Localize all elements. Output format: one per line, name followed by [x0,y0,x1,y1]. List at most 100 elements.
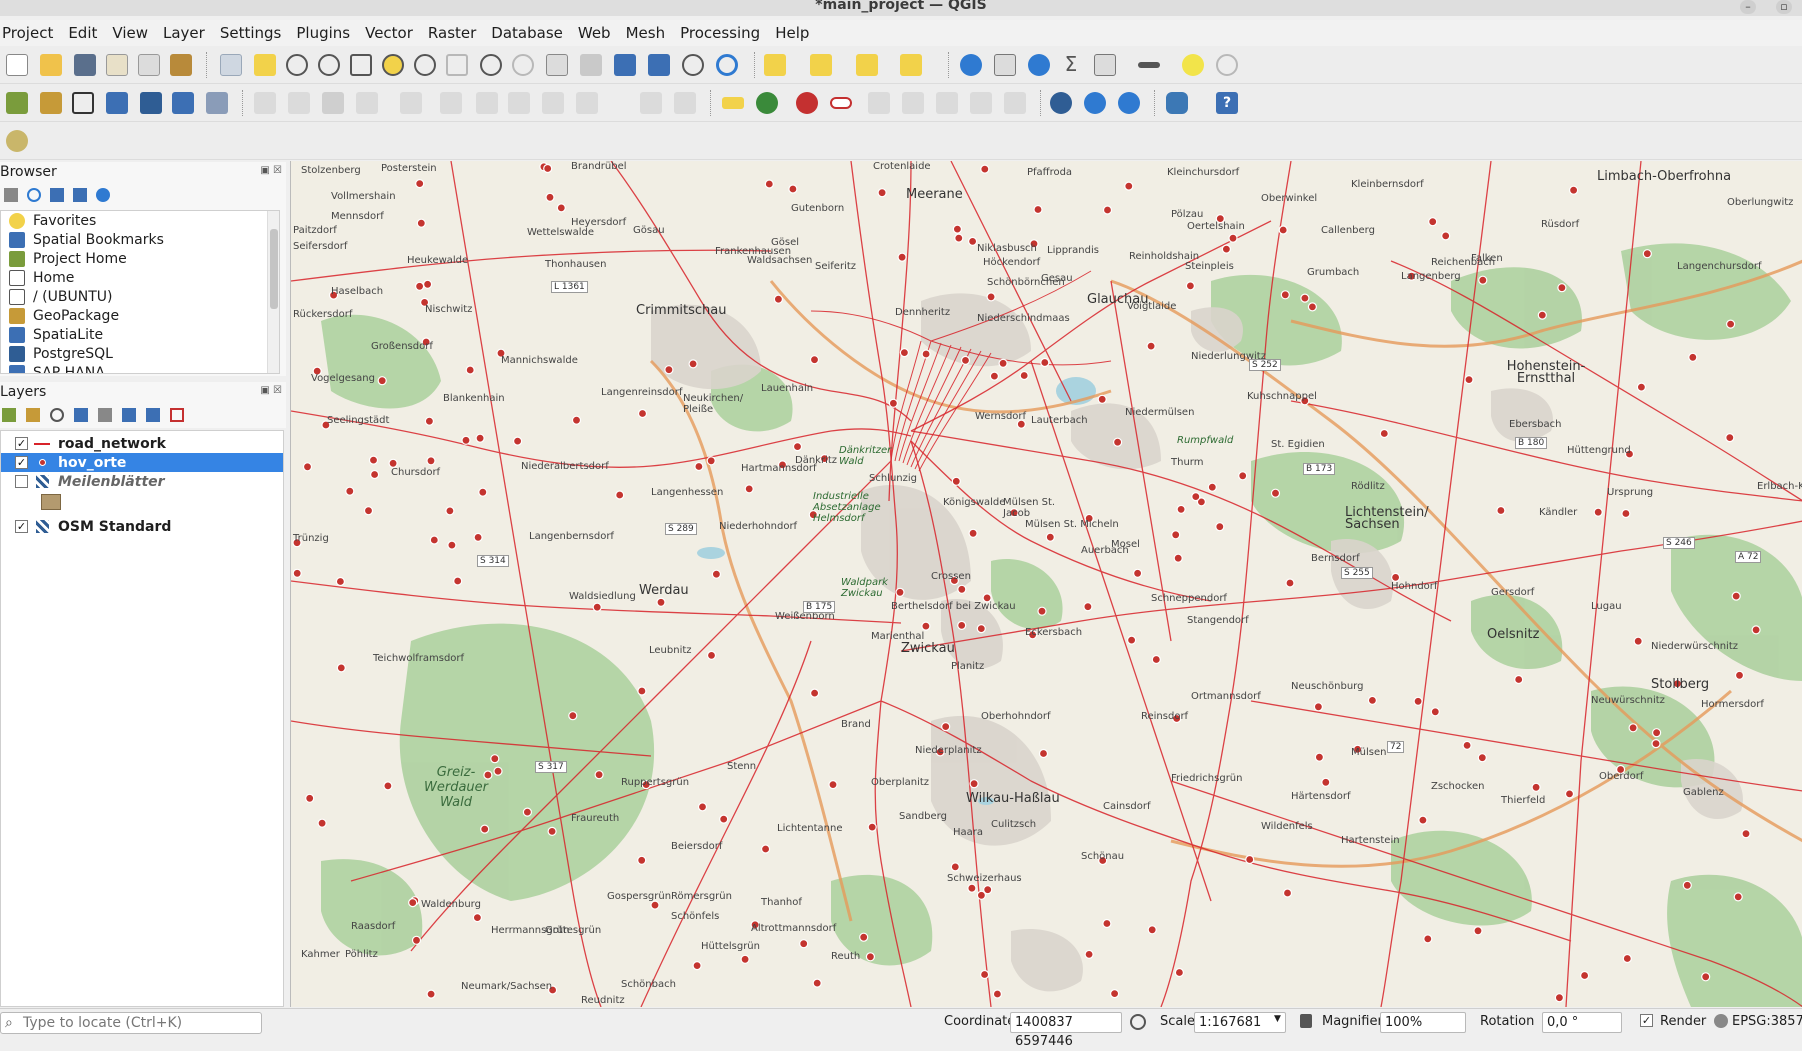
undo-icon[interactable] [640,92,662,114]
add-delimited-text-icon[interactable] [140,92,162,114]
menu-mesh[interactable]: Mesh [624,24,666,42]
layer-hov-orte[interactable]: ✓ hov_orte [1,453,283,472]
new-project-icon[interactable] [6,54,28,76]
zoom-out-icon[interactable] [318,54,340,76]
python-console-icon[interactable] [1166,92,1188,114]
expand-all-icon[interactable] [122,408,136,422]
remove-layer-icon[interactable] [170,408,184,422]
zoom-full-icon[interactable] [350,54,372,76]
menu-vector[interactable]: Vector [363,24,413,42]
rotate-label-icon[interactable] [936,92,958,114]
menu-help[interactable]: Help [773,24,809,42]
rotation-field[interactable]: 0,0 ° [1542,1012,1622,1033]
browser-item-geopackage[interactable]: GeoPackage [1,306,279,325]
filter-legend-icon[interactable] [74,408,88,422]
add-raster-layer-icon[interactable] [172,92,194,114]
manage-map-themes-icon[interactable] [50,408,64,422]
modify-attributes-icon[interactable] [440,92,462,114]
render-checkbox[interactable]: ✓ [1640,1014,1653,1027]
open-layer-styling-icon[interactable] [2,408,16,422]
zoom-native-icon[interactable] [446,54,468,76]
refresh-icon[interactable] [716,54,738,76]
locator-search-input[interactable]: ⌕ Type to locate (Ctrl+K) [0,1012,262,1034]
maximize-icon[interactable]: ▫ [1776,0,1792,14]
browser-tree[interactable]: Favorites Spatial Bookmarks Project Home… [0,210,280,374]
filter-by-expression-icon[interactable] [98,408,112,422]
paste-features-icon[interactable] [576,92,598,114]
zoom-to-selection-icon[interactable] [382,54,404,76]
wms-globe-icon[interactable] [1084,92,1106,114]
osm-download-icon[interactable] [1050,92,1072,114]
properties-icon[interactable] [96,188,110,202]
current-edits-icon[interactable] [288,92,310,114]
minimize-icon[interactable]: – [1740,0,1756,14]
measure-line-icon[interactable] [1138,62,1160,68]
add-group-icon[interactable] [26,408,40,422]
menu-edit[interactable]: Edit [66,24,97,42]
magnifier-field[interactable]: 100% [1380,1012,1466,1033]
menu-database[interactable]: Database [489,24,563,42]
move-label-icon[interactable] [902,92,924,114]
panel-float-close-icons[interactable]: ▣ ☒ [260,165,282,176]
refresh-browser-icon[interactable] [27,188,41,202]
browser-item-root[interactable]: / (UBUNTU) [1,287,279,306]
change-label-icon[interactable] [970,92,992,114]
delete-selected-icon[interactable] [476,92,498,114]
collapse-all-icon[interactable] [73,188,87,202]
menu-view[interactable]: View [110,24,148,42]
vertex-tool-icon[interactable] [400,92,422,114]
lock-icon[interactable] [1300,1014,1312,1028]
browser-item-home[interactable]: Home [1,268,279,287]
layer-checkbox[interactable]: ✓ [15,520,28,533]
map-canvas[interactable]: Crimmitschau Meerane Glauchau Zwickau We… [290,161,1802,1007]
add-spatialite-layer-icon[interactable] [106,92,128,114]
menu-layer[interactable]: Layer [161,24,205,42]
crs-label[interactable]: EPSG:3857 [1732,1014,1802,1029]
layers-tree[interactable]: ✓ road_network ✓ hov_orte Meilenblätter … [0,430,284,1007]
layer-meilenblaetter[interactable]: Meilenblätter [1,472,283,491]
browser-item-project-home[interactable]: Project Home [1,249,279,268]
select-features-icon[interactable] [764,54,786,76]
processing-toolbox-icon[interactable] [1028,54,1050,76]
menu-plugins[interactable]: Plugins [294,24,350,42]
new-3d-view-icon[interactable] [580,54,602,76]
quickmap-services-icon[interactable] [6,130,28,152]
map-tips-icon[interactable] [1182,54,1204,76]
toggle-editing-icon[interactable] [254,92,276,114]
locator-search-icon[interactable] [1216,54,1238,76]
zoom-to-layer-icon[interactable] [414,54,436,76]
save-project-icon[interactable] [74,54,96,76]
copy-features-icon[interactable] [542,92,564,114]
layer-checkbox[interactable] [15,475,28,488]
new-map-view-icon[interactable] [546,54,568,76]
add-feature-icon[interactable] [356,92,378,114]
add-virtual-layer-icon[interactable] [206,92,228,114]
help-icon[interactable]: ? [1216,92,1238,114]
toggle-extents-icon[interactable] [1130,1014,1146,1030]
zoom-next-icon[interactable] [512,54,534,76]
pan-to-selection-icon[interactable] [254,54,276,76]
layer-checkbox[interactable]: ✓ [15,437,28,450]
menu-web[interactable]: Web [576,24,611,42]
layer-labeling-icon[interactable] [722,97,744,109]
zoom-last-icon[interactable] [480,54,502,76]
new-bookmark-icon[interactable] [614,54,636,76]
coordinate-field[interactable]: 1400837 6597446 [1010,1012,1122,1049]
select-by-value-icon[interactable] [810,54,832,76]
pin-labels-icon[interactable] [830,97,852,109]
menu-processing[interactable]: Processing [678,24,760,42]
add-selected-icon[interactable] [4,188,18,202]
browser-item-postgresql[interactable]: PostgreSQL [1,344,279,363]
wfs-globe-icon[interactable] [1118,92,1140,114]
menu-project[interactable]: Project [0,24,53,42]
browser-item-spatialite[interactable]: SpatiaLite [1,325,279,344]
layer-osm-standard[interactable]: ✓ OSM Standard [1,517,283,536]
new-print-layout-icon[interactable] [106,54,128,76]
redo-icon[interactable] [674,92,696,114]
layer-checkbox[interactable]: ✓ [15,456,28,469]
chevron-down-icon[interactable]: ▼ [1274,1014,1281,1024]
zoom-in-icon[interactable] [286,54,308,76]
label-properties-icon[interactable] [1004,92,1026,114]
pan-map-icon[interactable] [220,54,242,76]
menu-settings[interactable]: Settings [218,24,282,42]
